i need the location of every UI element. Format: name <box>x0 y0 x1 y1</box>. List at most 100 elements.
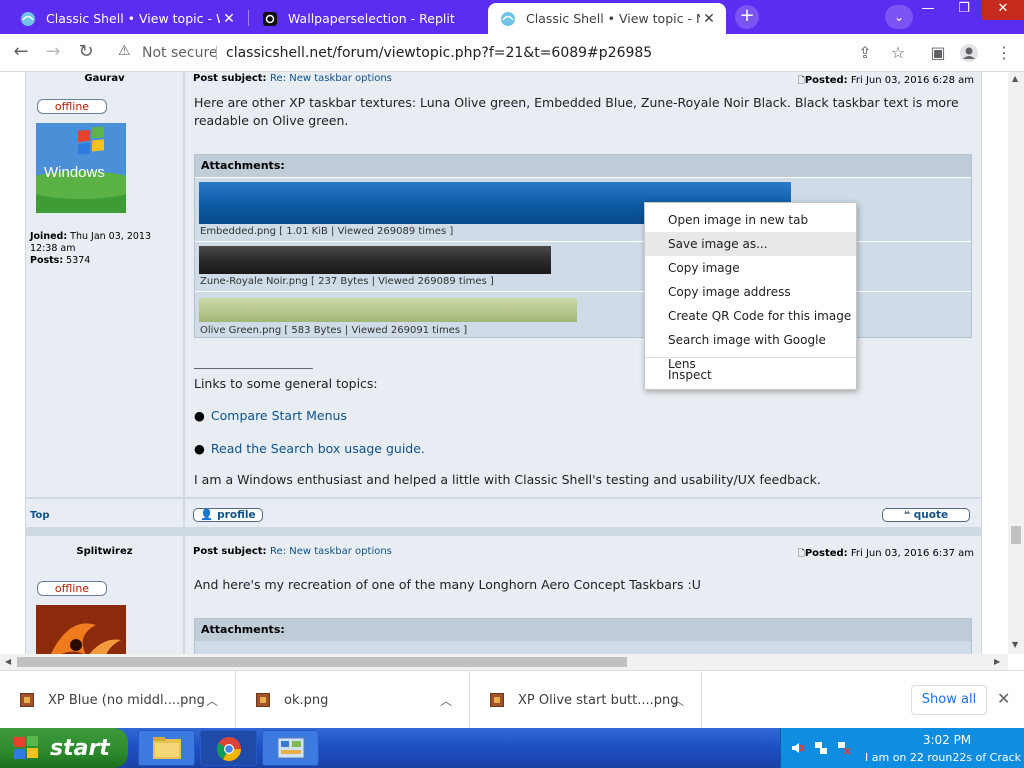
menu-save-image-as[interactable]: Save image as... <box>645 232 856 256</box>
new-tab-button[interactable]: + <box>735 5 759 29</box>
scroll-right-icon[interactable]: ▶ <box>994 657 1000 666</box>
tab-strip: Classic Shell • View topic - Window ✕ Wa… <box>0 0 1024 34</box>
star-icon[interactable]: ☆ <box>886 41 910 65</box>
taskbar-chrome[interactable] <box>200 730 257 766</box>
network-disconnected-icon[interactable] <box>837 741 851 755</box>
link-compare-start-menus[interactable]: ● Compare Start Menus <box>194 408 347 423</box>
image-file-icon <box>490 693 504 707</box>
forward-button[interactable]: → <box>40 41 66 65</box>
download-filename: XP Blue (no middl....png <box>48 692 205 708</box>
attachments-box: Attachments: <box>194 618 972 654</box>
tab-classic-shell-new[interactable]: Classic Shell • View topic - New t ✕ <box>488 3 726 34</box>
vertical-scrollbar[interactable]: ▲ ▼ <box>1008 72 1024 654</box>
start-button[interactable]: start <box>0 728 128 768</box>
taskbar-file-explorer[interactable] <box>138 730 195 766</box>
taskbar: start 3:02 PM I am on 22 roun22s of Crac… <box>0 728 1024 768</box>
menu-icon[interactable]: ⋮ <box>992 41 1016 65</box>
tab-title: Wallpaperselection - Replit <box>288 11 455 26</box>
attachment-caption: Olive Green.png [ 583 Bytes | Viewed 269… <box>200 325 468 336</box>
attachment-image-olive[interactable] <box>199 298 577 322</box>
tab-title: Classic Shell • View topic - New t <box>526 11 700 26</box>
chevron-down-icon: ⌄ <box>893 10 905 24</box>
reload-icon: ↻ <box>78 41 94 62</box>
scroll-up-icon[interactable]: ▲ <box>1012 74 1018 83</box>
network-icon[interactable] <box>814 741 828 755</box>
share-icon[interactable]: ⇪ <box>853 41 877 65</box>
tray-text: I am on 22 roun22s of Crack <box>865 751 1022 764</box>
attachment-caption: Embedded.png [ 1.01 KiB | Viewed 269089 … <box>200 226 454 237</box>
download-bar: XP Blue (no middl....png ︿ ok.png ︿ XP O… <box>0 670 1024 729</box>
avatar <box>36 605 126 654</box>
close-icon[interactable]: ✕ <box>997 689 1010 708</box>
download-item[interactable]: ok.png ︿ <box>236 671 470 729</box>
scrollbar-thumb[interactable] <box>17 657 627 667</box>
show-all-button[interactable]: Show all <box>911 685 987 715</box>
reload-button[interactable]: ↻ <box>73 41 99 65</box>
image-file-icon <box>256 693 270 707</box>
arrow-left-icon: ← <box>13 41 29 62</box>
top-link[interactable]: Top <box>30 510 50 521</box>
links-intro: Links to some general topics: <box>194 376 378 391</box>
close-icon[interactable]: ✕ <box>700 11 718 27</box>
post-icon: 🗋 <box>797 549 805 559</box>
maximize-button[interactable]: ❐ <box>946 0 982 20</box>
chrome-icon <box>216 737 241 762</box>
signature-text: I am a Windows enthusiast and helped a l… <box>194 472 821 487</box>
taskbar-control-panel[interactable] <box>262 730 319 766</box>
avatar-text: Windows <box>44 164 105 181</box>
attachments-header: Attachments: <box>195 619 971 641</box>
side-panel-icon[interactable]: ▣ <box>926 41 950 65</box>
url-text[interactable]: classicshell.net/forum/viewtopic.php?f=2… <box>226 45 652 61</box>
download-item[interactable]: XP Olive start butt....png ︿ <box>470 671 702 729</box>
minimize-button[interactable]: — <box>910 0 946 20</box>
post-author-name[interactable]: Gaurav <box>26 73 183 84</box>
warning-icon: ⚠ <box>118 43 131 59</box>
address-bar[interactable]: ⚠ Not secure classicshell.net/forum/view… <box>108 39 908 67</box>
tab-search-button[interactable]: ⌄ <box>885 5 913 29</box>
horizontal-scrollbar[interactable]: ◀ ▶ <box>0 654 1008 670</box>
subject-link[interactable]: Re: New taskbar options <box>270 546 392 557</box>
back-button[interactable]: ← <box>8 41 34 65</box>
post-date: 🗋Posted: Fri Jun 03, 2016 6:28 am <box>797 75 974 86</box>
scroll-left-icon[interactable]: ◀ <box>5 657 11 666</box>
post-body-text: Here are other XP taskbar textures: Luna… <box>194 95 959 128</box>
quote-button[interactable]: ❝ quote <box>882 508 970 522</box>
attachments-header: Attachments: <box>195 155 971 177</box>
post-author-name[interactable]: Splitwirez <box>26 546 183 557</box>
tab-title: Classic Shell • View topic - Window <box>46 11 220 26</box>
status-badge: offline <box>37 99 107 114</box>
tab-replit[interactable]: Wallpaperselection - Replit <box>250 3 486 34</box>
quote-icon: ❝ <box>903 509 911 521</box>
security-label: Not secure <box>142 45 218 61</box>
close-icon[interactable]: ✕ <box>220 11 238 27</box>
chevron-up-icon[interactable]: ︿ <box>440 692 452 709</box>
attachment-caption: Zune-Royale Noir.png [ 237 Bytes | Viewe… <box>200 276 494 287</box>
menu-copy-image-address[interactable]: Copy image address <box>645 280 856 304</box>
menu-inspect[interactable]: Inspect <box>645 363 856 387</box>
menu-search-google-lens[interactable]: Search image with Google Lens <box>645 328 856 371</box>
menu-open-image-new-tab[interactable]: Open image in new tab <box>645 208 856 232</box>
author-meta: Joined: Thu Jan 03, 2013 12:38 am Posts:… <box>30 231 151 266</box>
tab-classic-shell-window[interactable]: Classic Shell • View topic - Window ✕ <box>8 3 246 34</box>
scroll-down-icon[interactable]: ▼ <box>1012 640 1018 649</box>
profile-button[interactable]: 👤 profile <box>193 508 263 522</box>
menu-create-qr-code[interactable]: Create QR Code for this image <box>645 304 856 328</box>
window-close-button[interactable]: ✕ <box>982 0 1024 20</box>
scrollbar-thumb[interactable] <box>1011 526 1021 544</box>
post-date: 🗋Posted: Fri Jun 03, 2016 6:37 am <box>797 548 974 559</box>
status-badge: offline <box>37 581 107 596</box>
attachment-image-zune[interactable] <box>199 246 551 274</box>
chevron-up-icon[interactable]: ︿ <box>206 692 218 709</box>
chevron-up-icon[interactable]: ︿ <box>672 692 684 709</box>
control-panel-icon <box>277 737 305 759</box>
download-filename: XP Olive start butt....png <box>518 692 679 708</box>
link-search-guide[interactable]: ● Read the Search box usage guide. <box>194 441 425 456</box>
volume-muted-icon[interactable] <box>791 741 805 755</box>
image-file-icon <box>20 693 34 707</box>
clock[interactable]: 3:02 PM <box>917 733 977 747</box>
subject-link[interactable]: Re: New taskbar options <box>270 73 392 84</box>
download-item[interactable]: XP Blue (no middl....png ︿ <box>0 671 236 729</box>
menu-copy-image[interactable]: Copy image <box>645 256 856 280</box>
profile-icon[interactable] <box>957 41 981 65</box>
shell-icon <box>21 11 35 26</box>
